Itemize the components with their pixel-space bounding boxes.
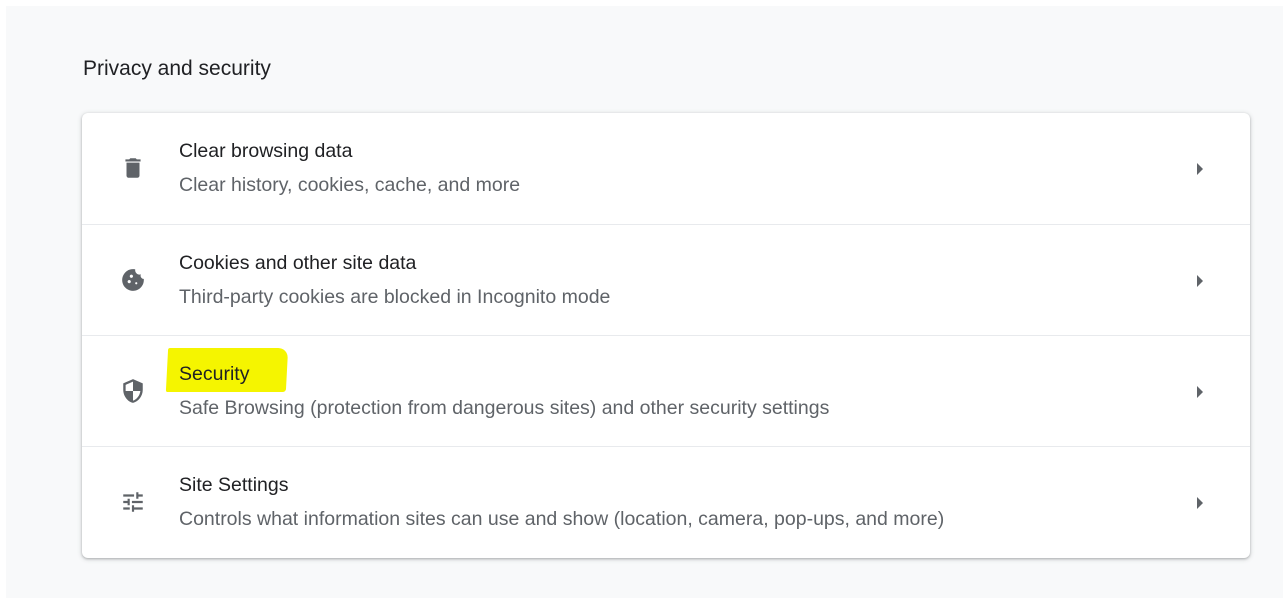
row-site-settings[interactable]: Site Settings Controls what information …	[82, 446, 1250, 557]
arrow-right-icon[interactable]	[1194, 162, 1206, 176]
row-title: Site Settings	[179, 474, 289, 496]
row-title: Clear browsing data	[179, 140, 353, 162]
row-subtitle: Controls what information sites can use …	[179, 508, 945, 530]
cookie-icon	[120, 267, 146, 293]
row-subtitle: Third-party cookies are blocked in Incog…	[179, 286, 611, 308]
arrow-right-icon[interactable]	[1194, 496, 1206, 510]
shield-icon	[120, 378, 146, 404]
row-subtitle: Clear history, cookies, cache, and more	[179, 174, 521, 196]
settings-page: Privacy and security Clear browsing data…	[6, 6, 1283, 598]
row-title-highlighted: Security	[179, 363, 250, 385]
arrow-right-icon[interactable]	[1194, 274, 1206, 288]
row-text: Site Settings Controls what information …	[179, 473, 1170, 531]
privacy-security-card: Clear browsing data Clear history, cooki…	[82, 113, 1250, 558]
arrow-right-icon[interactable]	[1194, 385, 1206, 399]
row-text: Security Safe Browsing (protection from …	[179, 362, 1170, 420]
row-security[interactable]: Security Safe Browsing (protection from …	[82, 335, 1250, 446]
row-cookies[interactable]: Cookies and other site data Third-party …	[82, 224, 1250, 335]
row-title: Cookies and other site data	[179, 252, 417, 274]
row-text: Cookies and other site data Third-party …	[179, 251, 1170, 309]
row-text: Clear browsing data Clear history, cooki…	[179, 139, 1170, 197]
row-clear-browsing-data[interactable]: Clear browsing data Clear history, cooki…	[82, 113, 1250, 224]
row-subtitle: Safe Browsing (protection from dangerous…	[179, 397, 830, 419]
section-title: Privacy and security	[83, 57, 271, 80]
sliders-icon	[120, 489, 146, 515]
trash-icon	[120, 155, 146, 181]
